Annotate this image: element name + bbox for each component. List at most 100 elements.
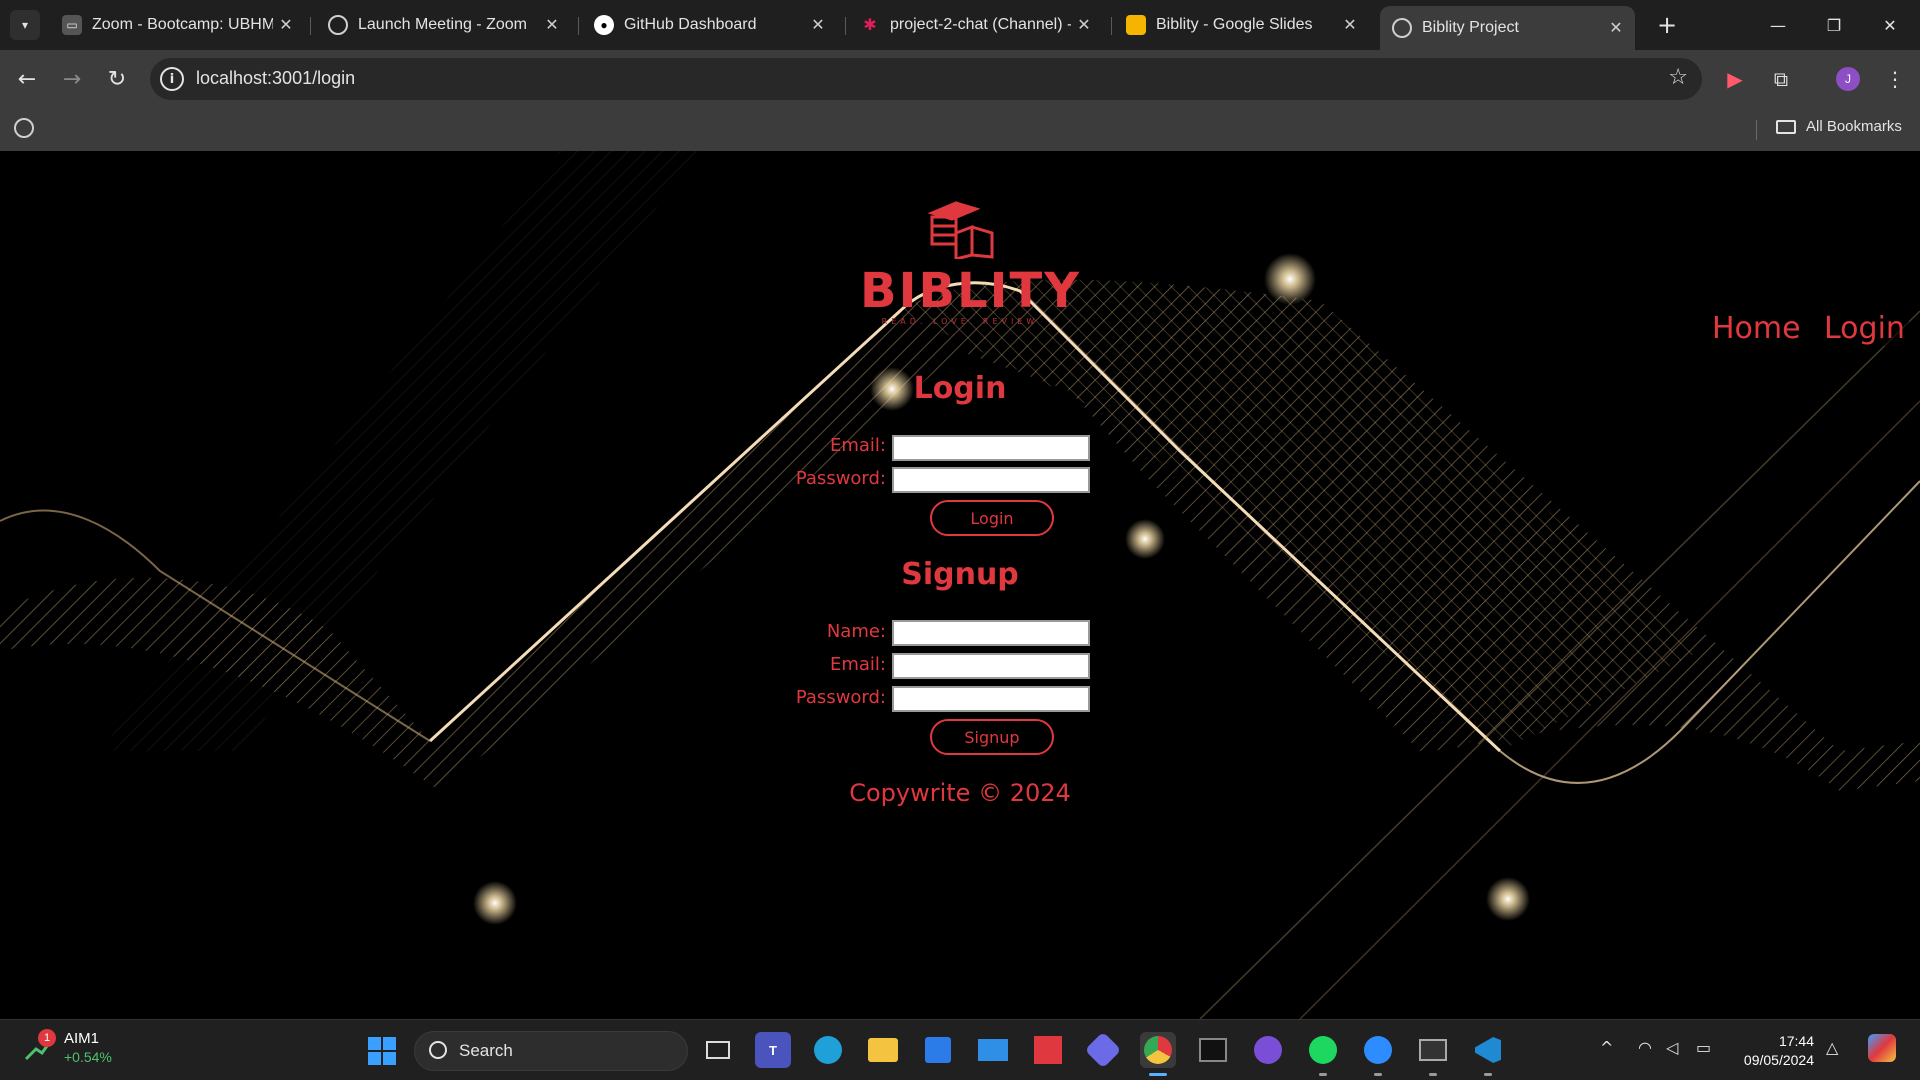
signup-name-label: Name: bbox=[826, 621, 886, 642]
tab-divider bbox=[845, 17, 846, 35]
forward-button[interactable]: → bbox=[55, 62, 89, 96]
signup-button[interactable]: Signup bbox=[930, 719, 1054, 755]
restore-button[interactable]: ❐ bbox=[1806, 0, 1862, 50]
back-button[interactable]: ← bbox=[10, 62, 44, 96]
book-stack-icon bbox=[927, 201, 994, 261]
tab-label: Launch Meeting - Zoom bbox=[358, 16, 527, 33]
chrome-icon[interactable] bbox=[1140, 1032, 1176, 1076]
logo-title: BIBLITY bbox=[860, 263, 1081, 319]
tab-label: Zoom - Bootcamp: UBHM- bbox=[92, 16, 273, 33]
globe-icon bbox=[328, 15, 348, 35]
github-icon: ● bbox=[594, 15, 614, 35]
tab-label: Biblity - Google Slides bbox=[1156, 16, 1313, 33]
notification-bell-icon[interactable]: △ bbox=[1826, 1038, 1838, 1057]
login-password-label: Password: bbox=[795, 468, 886, 489]
close-icon[interactable]: ✕ bbox=[539, 15, 565, 35]
close-icon[interactable]: ✕ bbox=[1337, 15, 1363, 35]
tab-google-slides[interactable]: Biblity - Google Slides ✕ bbox=[1114, 8, 1369, 42]
stock-widget[interactable]: 1 AIM1 +0.54% bbox=[24, 1029, 112, 1066]
terminal-icon[interactable] bbox=[1195, 1032, 1231, 1068]
command-prompt-icon[interactable] bbox=[1415, 1032, 1451, 1076]
tab-label: GitHub Dashboard bbox=[624, 16, 757, 33]
tab-strip: ▾ ▭ Zoom - Bootcamp: UBHM- ✕ Launch Meet… bbox=[0, 0, 1920, 50]
system-clock[interactable]: 17:44 09/05/2024 bbox=[1730, 1032, 1814, 1070]
close-icon[interactable]: ✕ bbox=[273, 15, 299, 35]
tab-search-button[interactable]: ▾ bbox=[10, 10, 40, 40]
login-email-label: Email: bbox=[829, 435, 886, 456]
google-slides-icon bbox=[1126, 15, 1146, 35]
login-email-field[interactable] bbox=[892, 435, 1090, 461]
login-button[interactable]: Login bbox=[930, 500, 1054, 536]
mail-icon[interactable] bbox=[975, 1032, 1011, 1068]
bookmarks-bar: All Bookmarks bbox=[0, 108, 1920, 151]
taskbar-search-label: Search bbox=[459, 1041, 513, 1060]
profile-avatar[interactable]: J bbox=[1836, 67, 1860, 91]
teams-icon[interactable]: T bbox=[755, 1032, 791, 1068]
taskbar-search[interactable]: Search bbox=[414, 1031, 688, 1071]
start-button[interactable] bbox=[368, 1037, 396, 1065]
github-desktop-icon[interactable] bbox=[1250, 1032, 1286, 1068]
tab-biblity-project[interactable]: Biblity Project ✕ bbox=[1380, 6, 1635, 50]
browser-menu-icon[interactable]: ⋮ bbox=[1880, 64, 1910, 94]
copilot-preview-icon[interactable] bbox=[1868, 1034, 1896, 1062]
clock-time: 17:44 bbox=[1778, 1033, 1814, 1049]
address-bar[interactable]: i localhost:3001/login ☆ bbox=[150, 58, 1702, 100]
extensions-icon[interactable]: ⧉ bbox=[1766, 64, 1796, 94]
stock-change: +0.54% bbox=[64, 1049, 112, 1065]
tab-divider bbox=[310, 17, 311, 35]
task-view-icon[interactable] bbox=[700, 1032, 736, 1068]
notification-badge: 1 bbox=[38, 1029, 56, 1047]
gift-icon[interactable] bbox=[1030, 1032, 1066, 1068]
all-bookmarks-button[interactable]: All Bookmarks bbox=[1776, 118, 1902, 135]
search-icon bbox=[429, 1041, 447, 1059]
spotify-icon[interactable] bbox=[1305, 1032, 1341, 1076]
tab-divider bbox=[1111, 17, 1112, 35]
tab-slack-channel[interactable]: ✱ project-2-chat (Channel) - ✕ bbox=[848, 8, 1103, 42]
close-window-button[interactable]: ✕ bbox=[1862, 0, 1918, 50]
tray-overflow-icon[interactable]: ^ bbox=[1600, 1038, 1613, 1057]
tab-github-dashboard[interactable]: ● GitHub Dashboard ✕ bbox=[582, 8, 837, 42]
globe-icon bbox=[1392, 18, 1412, 38]
bookmark-star-icon[interactable]: ☆ bbox=[1668, 65, 1688, 90]
zoom-icon[interactable] bbox=[1360, 1032, 1396, 1076]
signup-password-field[interactable] bbox=[892, 686, 1090, 712]
edge-icon[interactable] bbox=[810, 1032, 846, 1068]
site-info-icon[interactable]: i bbox=[160, 67, 184, 91]
slack-icon: ✱ bbox=[863, 17, 877, 34]
footer-copyright: Copywrite © 2024 bbox=[849, 779, 1071, 807]
web-page: BIBLITY READ. LOVE. REVIEW Home Login Lo… bbox=[0, 151, 1920, 1019]
close-icon[interactable]: ✕ bbox=[805, 15, 831, 35]
windows-taskbar: 1 AIM1 +0.54% Search T ^ ◠ ◁ ▭ 17:44 09/… bbox=[0, 1019, 1920, 1080]
tab-launch-meeting[interactable]: Launch Meeting - Zoom ✕ bbox=[316, 8, 571, 42]
reload-button[interactable]: ↻ bbox=[100, 62, 134, 96]
tab-divider bbox=[578, 17, 579, 35]
battery-icon[interactable]: ▭ bbox=[1696, 1038, 1711, 1057]
signup-email-field[interactable] bbox=[892, 653, 1090, 679]
screen-recorder-extension-icon[interactable]: ▶ bbox=[1720, 64, 1750, 94]
browser-toolbar: ← → ↻ i localhost:3001/login ☆ ▶ ⧉ J ⋮ bbox=[0, 50, 1920, 108]
file-explorer-icon[interactable] bbox=[865, 1032, 901, 1068]
close-icon[interactable]: ✕ bbox=[1071, 15, 1097, 35]
close-icon[interactable]: ✕ bbox=[1603, 18, 1629, 38]
minimize-button[interactable]: — bbox=[1750, 0, 1806, 50]
all-bookmarks-label: All Bookmarks bbox=[1806, 118, 1902, 135]
wifi-icon[interactable]: ◠ bbox=[1638, 1038, 1652, 1057]
stock-chart-icon: 1 bbox=[24, 1029, 56, 1063]
nav-home-link[interactable]: Home bbox=[1708, 311, 1805, 346]
volume-icon[interactable]: ◁ bbox=[1666, 1038, 1678, 1057]
copilot-icon[interactable] bbox=[1084, 1031, 1122, 1069]
login-password-field[interactable] bbox=[892, 467, 1090, 493]
new-tab-button[interactable]: + bbox=[1652, 10, 1682, 40]
microsoft-store-icon[interactable] bbox=[920, 1032, 956, 1068]
globe-icon[interactable] bbox=[14, 118, 34, 138]
tab-zoom-bootcamp[interactable]: ▭ Zoom - Bootcamp: UBHM- ✕ bbox=[50, 8, 305, 42]
tab-label: Biblity Project bbox=[1422, 19, 1519, 36]
url-text[interactable]: localhost:3001/login bbox=[196, 68, 355, 89]
zoom-bootcamp-icon: ▭ bbox=[62, 15, 82, 35]
signup-password-label: Password: bbox=[795, 687, 886, 708]
nav-login-link[interactable]: Login bbox=[1820, 311, 1909, 346]
login-heading: Login bbox=[913, 371, 1007, 406]
vscode-icon[interactable] bbox=[1470, 1032, 1506, 1076]
biblity-logo: BIBLITY READ. LOVE. REVIEW bbox=[860, 193, 1081, 326]
signup-name-field[interactable] bbox=[892, 620, 1090, 646]
